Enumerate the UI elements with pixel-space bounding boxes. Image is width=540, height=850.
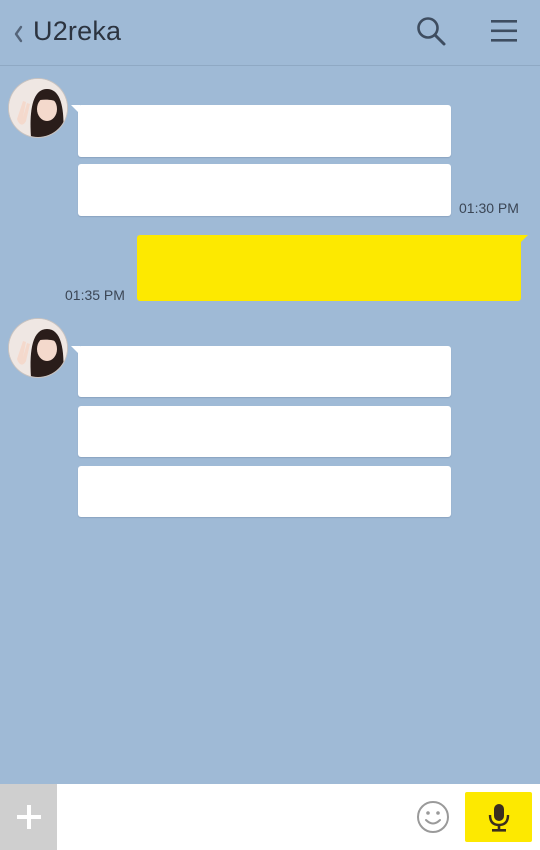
- message-timestamp: 01:35 PM: [65, 287, 125, 303]
- smiley-icon: [417, 801, 449, 833]
- plus-icon: [16, 805, 41, 829]
- menu-button[interactable]: [487, 14, 521, 48]
- voice-record-button[interactable]: [465, 792, 532, 842]
- message-input-bar: [0, 784, 540, 850]
- outgoing-message-bubble[interactable]: [137, 235, 528, 301]
- sender-avatar[interactable]: [9, 319, 67, 377]
- back-button[interactable]: [8, 20, 28, 48]
- message-input[interactable]: [66, 798, 410, 836]
- incoming-message-bubble[interactable]: [78, 466, 451, 517]
- avatar-photo: [9, 319, 67, 377]
- incoming-message-bubble[interactable]: [78, 164, 451, 216]
- sender-avatar[interactable]: [9, 79, 67, 137]
- emoji-button[interactable]: [415, 799, 451, 835]
- incoming-message-bubble[interactable]: [71, 346, 451, 397]
- message-timestamp: 01:30 PM: [459, 200, 519, 216]
- microphone-icon: [488, 804, 509, 832]
- incoming-message-bubble[interactable]: [78, 406, 451, 457]
- search-button[interactable]: [414, 14, 448, 48]
- chevron-left-icon: [14, 25, 23, 43]
- avatar-photo: [9, 79, 67, 137]
- hamburger-menu-icon: [491, 20, 517, 42]
- search-icon: [417, 17, 446, 46]
- chat-title: U2reka: [33, 16, 122, 46]
- attach-button[interactable]: [0, 784, 57, 850]
- chat-header: U2reka: [0, 0, 540, 66]
- incoming-message-bubble[interactable]: [71, 105, 451, 157]
